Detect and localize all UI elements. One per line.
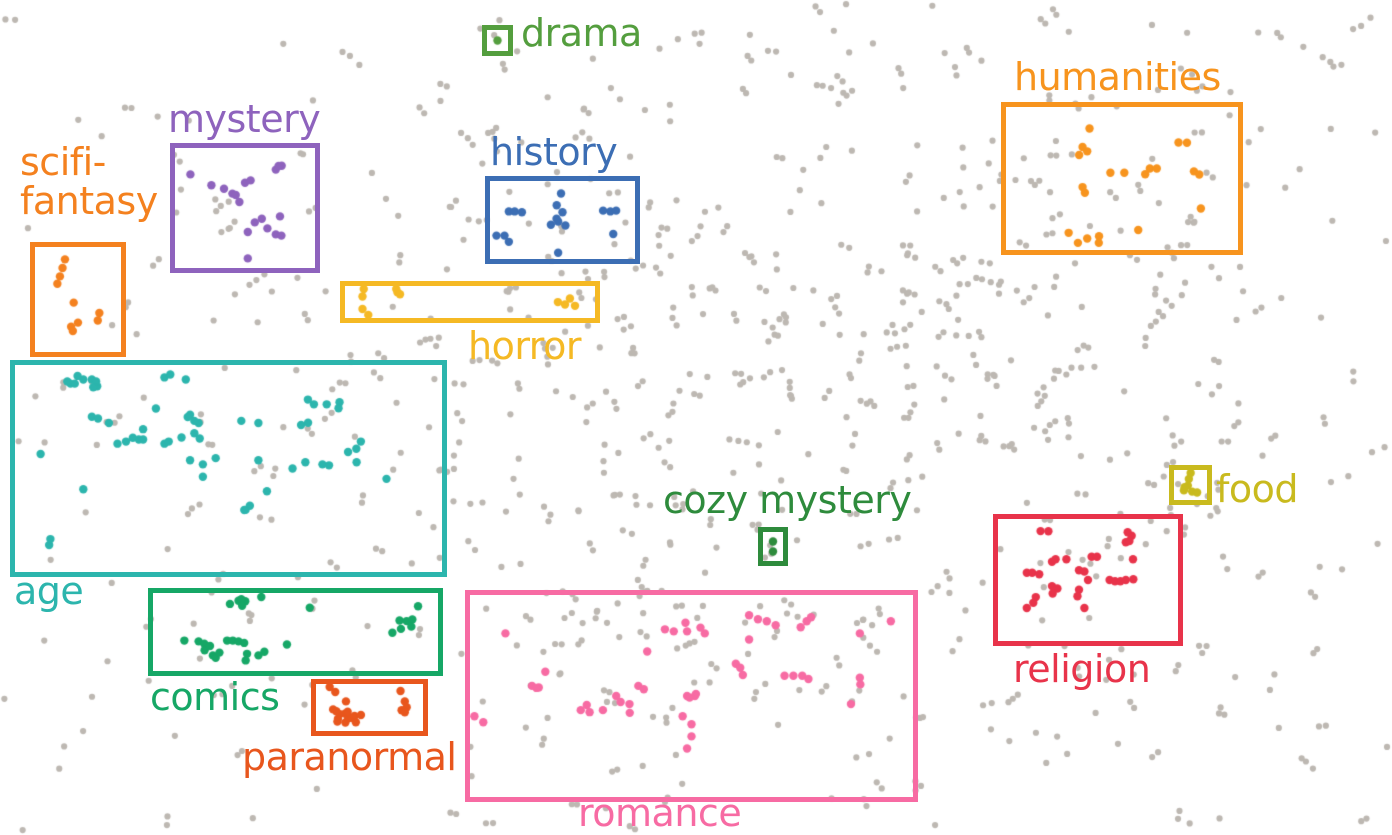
cluster-box-humanities[interactable]: [1001, 102, 1243, 255]
cluster-box-comics[interactable]: [148, 588, 443, 676]
cluster-label-romance: romance: [578, 791, 742, 835]
cluster-box-drama[interactable]: [482, 25, 513, 56]
cluster-box-history[interactable]: [485, 176, 640, 264]
cluster-label-religion: religion: [1013, 647, 1151, 691]
cluster-label-drama: drama: [521, 11, 642, 55]
cluster-label-scifi-fantasy: scifi- fantasy: [20, 140, 158, 223]
cluster-box-food[interactable]: [1169, 465, 1212, 505]
cluster-label-comics: comics: [150, 675, 280, 719]
cluster-box-cozy-mystery[interactable]: [758, 527, 788, 566]
cluster-box-romance[interactable]: [465, 590, 918, 802]
cluster-label-food: food: [1216, 467, 1299, 511]
cluster-label-humanities: humanities: [1014, 55, 1221, 99]
cluster-label-history: history: [490, 130, 618, 174]
cluster-label-age: age: [14, 569, 84, 613]
cluster-box-scifi-fantasy[interactable]: [30, 242, 126, 357]
cluster-label-mystery: mystery: [168, 97, 321, 141]
cluster-box-age[interactable]: [10, 360, 447, 577]
cluster-box-paranormal[interactable]: [311, 679, 428, 736]
cluster-label-paranormal: paranormal: [242, 735, 457, 779]
cluster-box-horror[interactable]: [340, 281, 600, 323]
cluster-label-cozy-mystery: cozy mystery: [663, 478, 912, 522]
cluster-box-mystery[interactable]: [170, 143, 320, 273]
scatter-plot-figure: drama humanities mystery history scifi- fant…: [0, 0, 1392, 835]
cluster-label-horror: horror: [468, 324, 581, 368]
cluster-box-religion[interactable]: [993, 514, 1183, 646]
